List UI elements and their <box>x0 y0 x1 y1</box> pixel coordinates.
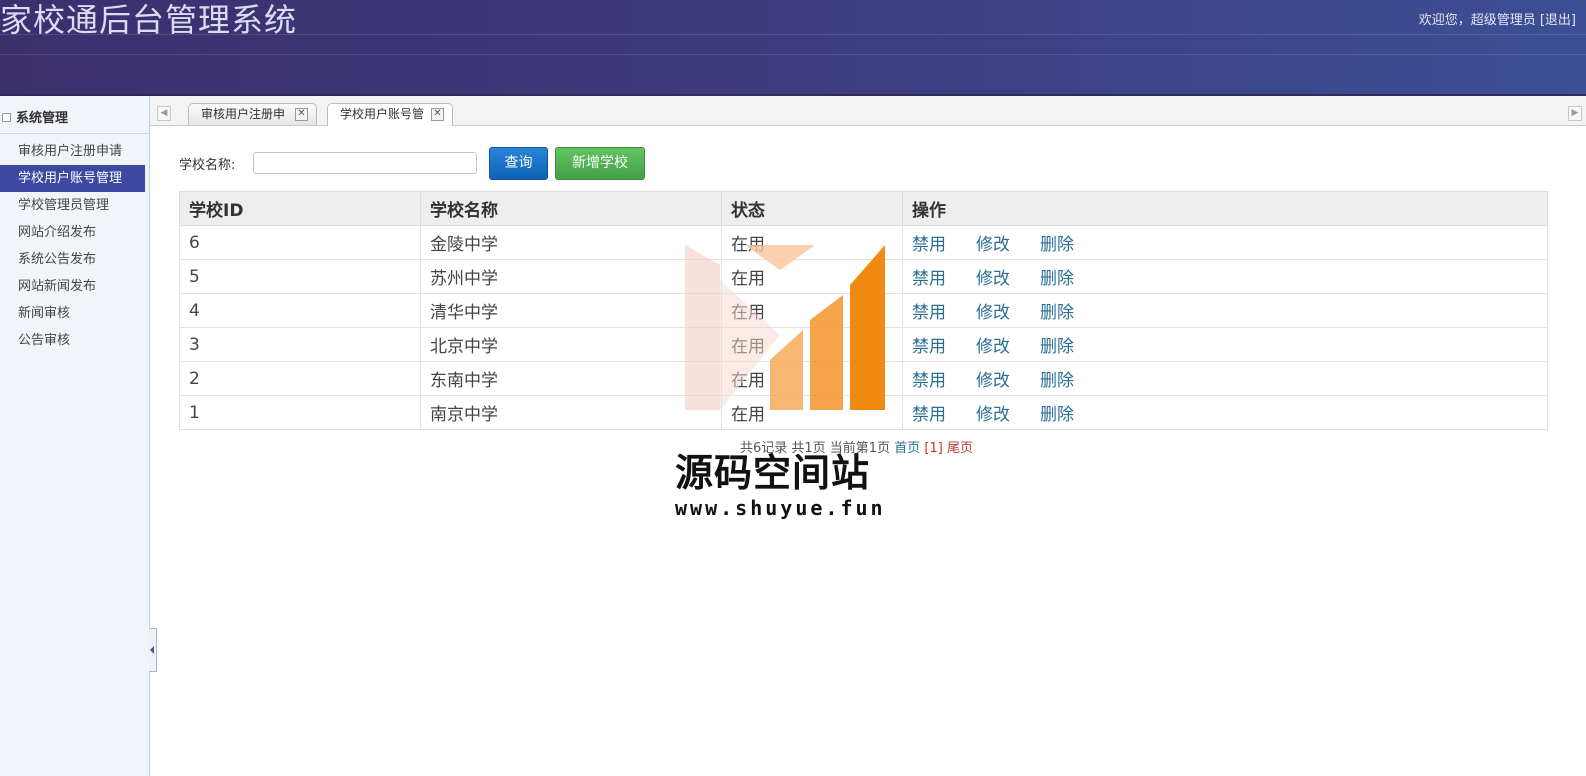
tab-label: 审核用户注册申 <box>201 107 286 121</box>
collapse-icon[interactable] <box>2 113 11 122</box>
logout-link[interactable]: [退出] <box>1540 13 1576 28</box>
search-label: 学校名称: <box>179 158 236 173</box>
cell-id: 5 <box>179 259 421 294</box>
top-header: 家校通后台管理系统 欢迎您，超级管理员 [退出] <box>0 0 1586 96</box>
tab-school-accounts[interactable]: 学校用户账号管 ✕ <box>327 103 453 126</box>
disable-link[interactable]: 禁用 <box>912 269 946 289</box>
delete-link[interactable]: 删除 <box>1040 235 1074 255</box>
edit-link[interactable]: 修改 <box>976 337 1010 357</box>
close-icon[interactable]: ✕ <box>295 108 308 121</box>
tab-label: 学校用户账号管 <box>340 107 425 121</box>
tab-scroll-right-icon[interactable]: ▶ <box>1568 106 1582 121</box>
tab-review-registration[interactable]: 审核用户注册申 ✕ <box>188 103 317 125</box>
delete-link[interactable]: 删除 <box>1040 371 1074 391</box>
cell-actions: 禁用 修改 删除 <box>902 327 1548 362</box>
cell-id: 6 <box>179 225 421 260</box>
cell-actions: 禁用 修改 删除 <box>902 361 1548 396</box>
cell-actions: 禁用 修改 删除 <box>902 395 1548 430</box>
edit-link[interactable]: 修改 <box>976 235 1010 255</box>
sidebar-item-school-admins[interactable]: 学校管理员管理 <box>0 192 149 219</box>
tab-bar: ◀ 审核用户注册申 ✕ 学校用户账号管 ✕ ▶ <box>150 96 1586 126</box>
sidebar-item-school-accounts[interactable]: 学校用户账号管理 <box>0 165 145 192</box>
cell-id: 3 <box>179 327 421 362</box>
cell-actions: 禁用 修改 删除 <box>902 293 1548 328</box>
delete-link[interactable]: 删除 <box>1040 269 1074 289</box>
sidebar-item-system-notice[interactable]: 系统公告发布 <box>0 246 149 273</box>
cell-actions: 禁用 修改 删除 <box>902 225 1548 260</box>
column-header-id: 学校ID <box>179 191 421 226</box>
disable-link[interactable]: 禁用 <box>912 371 946 391</box>
school-name-input[interactable] <box>253 152 477 174</box>
cell-id: 2 <box>179 361 421 396</box>
delete-link[interactable]: 删除 <box>1040 405 1074 425</box>
sidebar-menu: 审核用户注册申请 学校用户账号管理 学校管理员管理 网站介绍发布 系统公告发布 … <box>0 138 149 354</box>
disable-link[interactable]: 禁用 <box>912 337 946 357</box>
page-number-link[interactable]: [1] <box>924 441 942 456</box>
sidebar-item-notice-review[interactable]: 公告审核 <box>0 327 149 354</box>
disable-link[interactable]: 禁用 <box>912 303 946 323</box>
edit-link[interactable]: 修改 <box>976 371 1010 391</box>
edit-link[interactable]: 修改 <box>976 303 1010 323</box>
sidebar: 系统管理 审核用户注册申请 学校用户账号管理 学校管理员管理 网站介绍发布 系统… <box>0 96 150 776</box>
query-button[interactable]: 查询 <box>489 147 548 180</box>
header-stripe <box>0 54 1586 55</box>
welcome-text: 欢迎您，超级管理员 <box>1418 13 1536 28</box>
cell-id: 1 <box>179 395 421 430</box>
table-header-row: 学校ID 学校名称 状态 操作 <box>179 191 1548 226</box>
watermark: 源码空间站 www.shuyue.fun <box>675 240 905 540</box>
delete-link[interactable]: 删除 <box>1040 337 1074 357</box>
sidebar-item-news-review[interactable]: 新闻审核 <box>0 300 149 327</box>
cell-id: 4 <box>179 293 421 328</box>
tab-scroll-left-icon[interactable]: ◀ <box>157 106 171 121</box>
watermark-logo-icon <box>685 245 885 410</box>
edit-link[interactable]: 修改 <box>976 269 1010 289</box>
watermark-url: www.shuyue.fun <box>675 496 886 520</box>
cell-actions: 禁用 修改 删除 <box>902 259 1548 294</box>
sidebar-item-site-news[interactable]: 网站新闻发布 <box>0 273 149 300</box>
sidebar-item-site-intro[interactable]: 网站介绍发布 <box>0 219 149 246</box>
app-title: 家校通后台管理系统 <box>0 1 298 39</box>
close-icon[interactable]: ✕ <box>431 108 444 121</box>
delete-link[interactable]: 删除 <box>1040 303 1074 323</box>
column-header-status: 状态 <box>721 191 903 226</box>
user-info: 欢迎您，超级管理员 [退出] <box>1419 9 1576 28</box>
edit-link[interactable]: 修改 <box>976 405 1010 425</box>
divider <box>0 133 149 134</box>
column-header-name: 学校名称 <box>420 191 722 226</box>
sidebar-group-header[interactable]: 系统管理 <box>0 106 149 132</box>
add-school-button[interactable]: 新增学校 <box>555 147 645 180</box>
sidebar-group-title: 系统管理 <box>16 111 69 126</box>
disable-link[interactable]: 禁用 <box>912 235 946 255</box>
watermark-title: 源码空间站 <box>675 451 871 495</box>
last-page-link[interactable]: 尾页 <box>947 441 973 456</box>
disable-link[interactable]: 禁用 <box>912 405 946 425</box>
sidebar-item-review-registration[interactable]: 审核用户注册申请 <box>0 138 149 165</box>
column-header-actions: 操作 <box>902 191 1548 226</box>
